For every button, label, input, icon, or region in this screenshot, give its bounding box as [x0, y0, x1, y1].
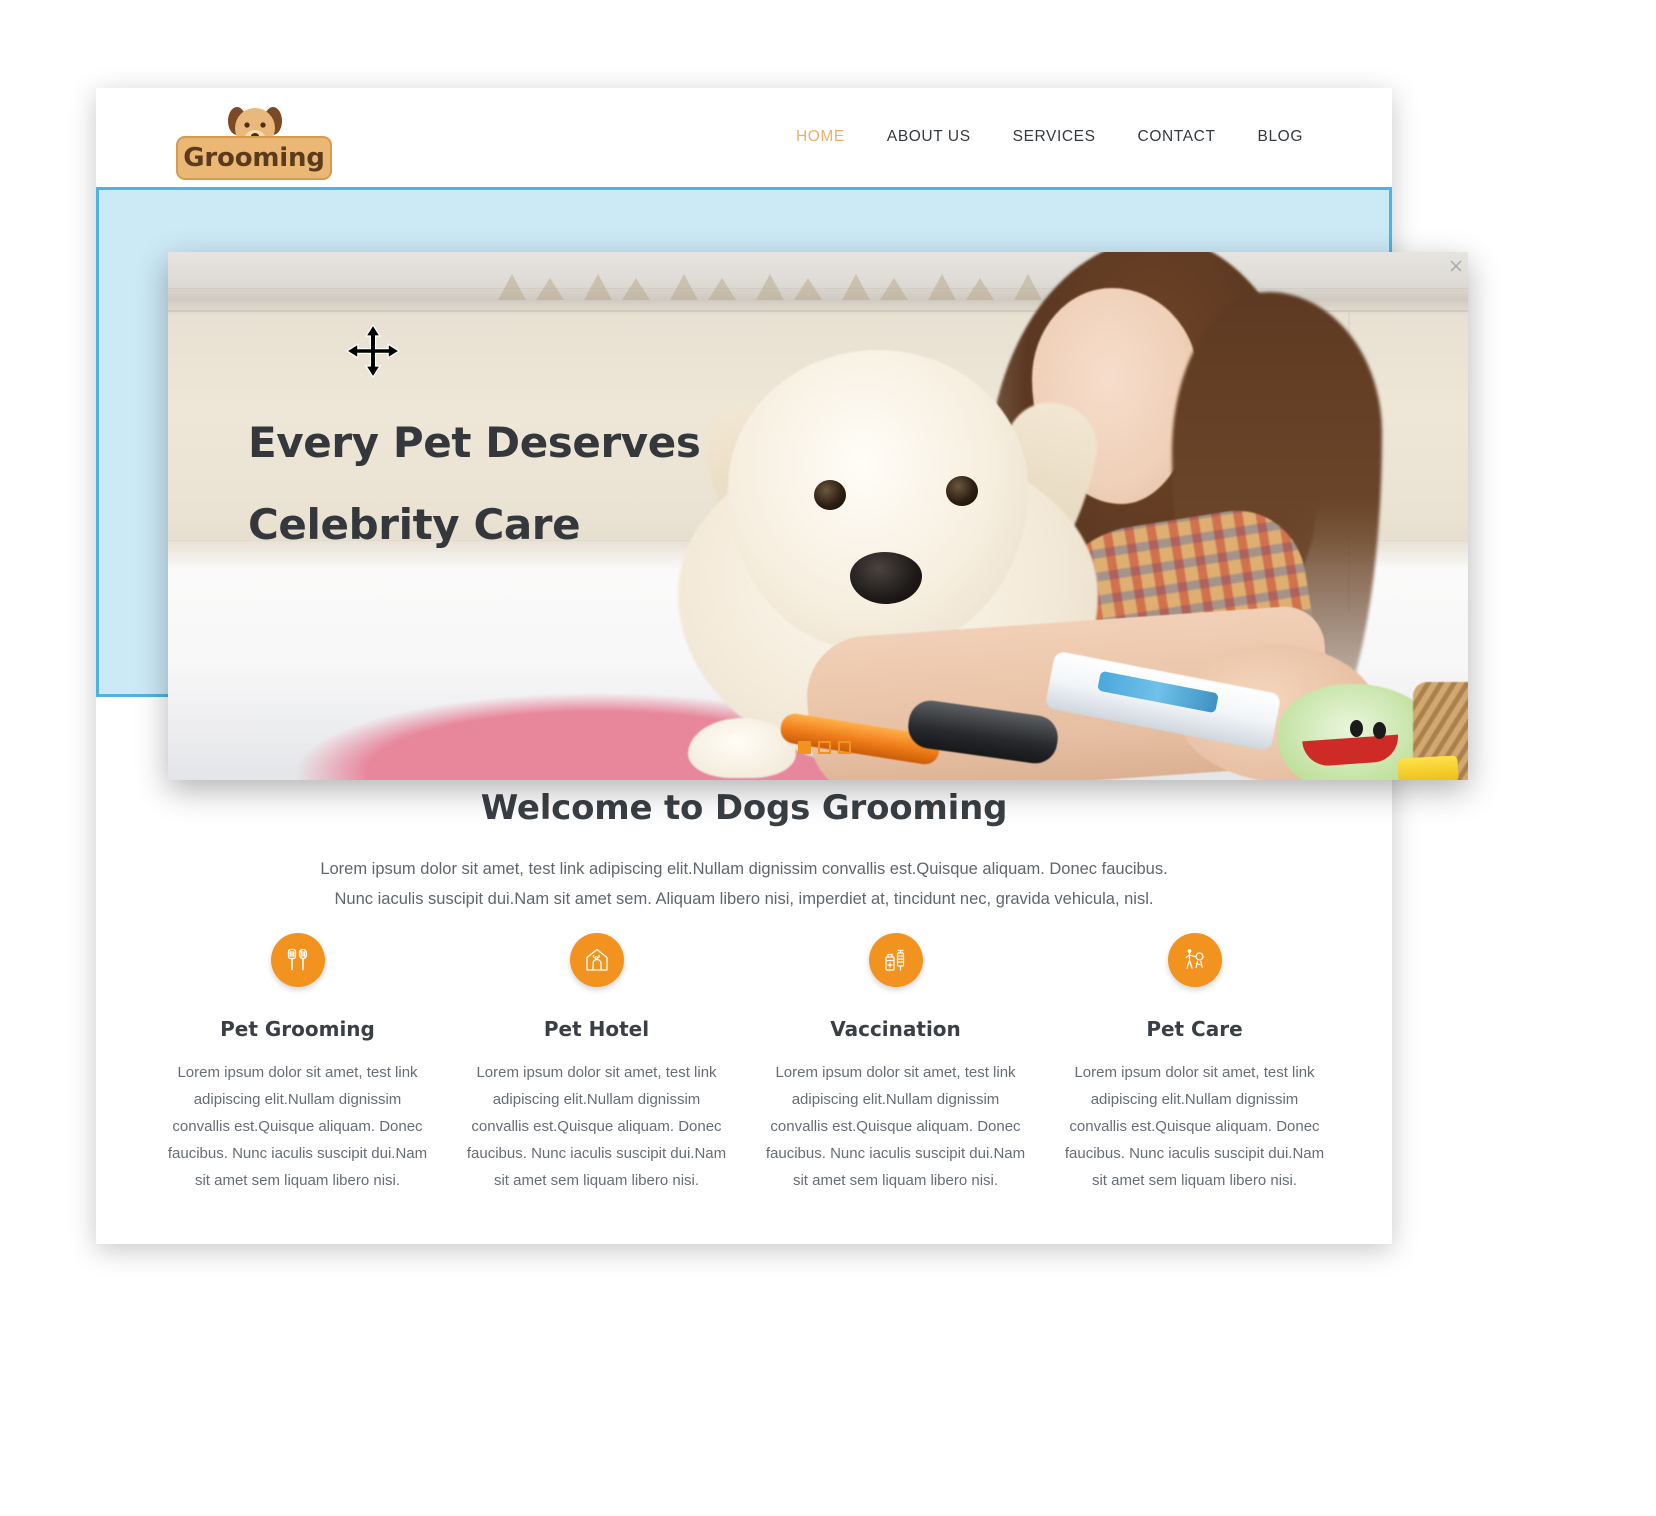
feature-card-pet-care[interactable]: Pet Care Lorem ipsum dolor sit amet, tes…	[1053, 933, 1336, 1209]
slider-dot-1[interactable]	[798, 741, 811, 754]
welcome-paragraph: Lorem ipsum dolor sit amet, test link ad…	[320, 860, 1168, 908]
feature-text: Lorem ipsum dolor sit amet, test link ad…	[1064, 1064, 1325, 1189]
features-section: Pet Grooming Lorem ipsum dolor sit amet,…	[156, 933, 1336, 1209]
hero-slide-dragged[interactable]: Every Pet Deserves Celebrity Care	[168, 252, 1468, 780]
feature-title: Pet Grooming	[220, 1017, 375, 1041]
feature-card-pet-hotel[interactable]: Pet Hotel Lorem ipsum dolor sit amet, te…	[455, 933, 738, 1209]
feature-text: Lorem ipsum dolor sit amet, test link ad…	[765, 1064, 1026, 1189]
hero-headline-line-1: Every Pet Deserves	[248, 418, 701, 467]
hero-slider-indicators	[798, 741, 851, 754]
nav-item-blog[interactable]: BLOG	[1237, 128, 1324, 146]
site-header: Grooming HOME ABOUT US SERVICES CONTACT …	[96, 88, 1392, 185]
feature-text: Lorem ipsum dolor sit amet, test link ad…	[167, 1064, 428, 1189]
nav-item-services[interactable]: SERVICES	[992, 128, 1117, 146]
nav-item-contact[interactable]: CONTACT	[1117, 128, 1237, 146]
feature-card-pet-grooming[interactable]: Pet Grooming Lorem ipsum dolor sit amet,…	[156, 933, 439, 1209]
hero-headline: Every Pet Deserves Celebrity Care	[248, 402, 868, 566]
feature-text: Lorem ipsum dolor sit amet, test link ad…	[466, 1064, 727, 1189]
plush-toy-eye-right	[1373, 722, 1386, 739]
puppy-eye-right	[946, 476, 978, 506]
hero-headline-line-2: Celebrity Care	[248, 500, 581, 549]
feature-title: Pet Care	[1146, 1017, 1243, 1041]
slider-dot-2[interactable]	[818, 741, 831, 754]
feature-title: Vaccination	[830, 1017, 961, 1041]
grooming-brush-icon	[270, 933, 325, 987]
feature-card-vaccination[interactable]: Vaccination Lorem ipsum dolor sit amet, …	[754, 933, 1037, 1209]
welcome-title: Welcome to Dogs Grooming	[480, 788, 1008, 828]
welcome-section: Welcome to Dogs Grooming Lorem ipsum dol…	[96, 788, 1392, 914]
person-walking-dog-icon	[1167, 933, 1222, 987]
main-navigation: HOME ABOUT US SERVICES CONTACT BLOG	[775, 88, 1324, 185]
plush-toy-eye-left	[1350, 720, 1363, 737]
syringe-vaccine-icon	[868, 933, 923, 987]
logo-plate: Grooming	[176, 136, 332, 180]
screenshot-stage: Grooming HOME ABOUT US SERVICES CONTACT …	[0, 0, 1656, 1516]
slider-dot-3[interactable]	[838, 741, 851, 754]
close-icon[interactable]	[1450, 260, 1462, 272]
nav-item-home[interactable]: HOME	[775, 128, 866, 146]
nav-item-about-us[interactable]: ABOUT US	[866, 128, 992, 146]
yellow-block-toy	[1397, 755, 1459, 780]
site-logo[interactable]: Grooming	[176, 106, 334, 180]
dog-house-icon	[569, 933, 624, 987]
feature-title: Pet Hotel	[543, 1017, 650, 1041]
logo-text: Grooming	[183, 143, 325, 173]
